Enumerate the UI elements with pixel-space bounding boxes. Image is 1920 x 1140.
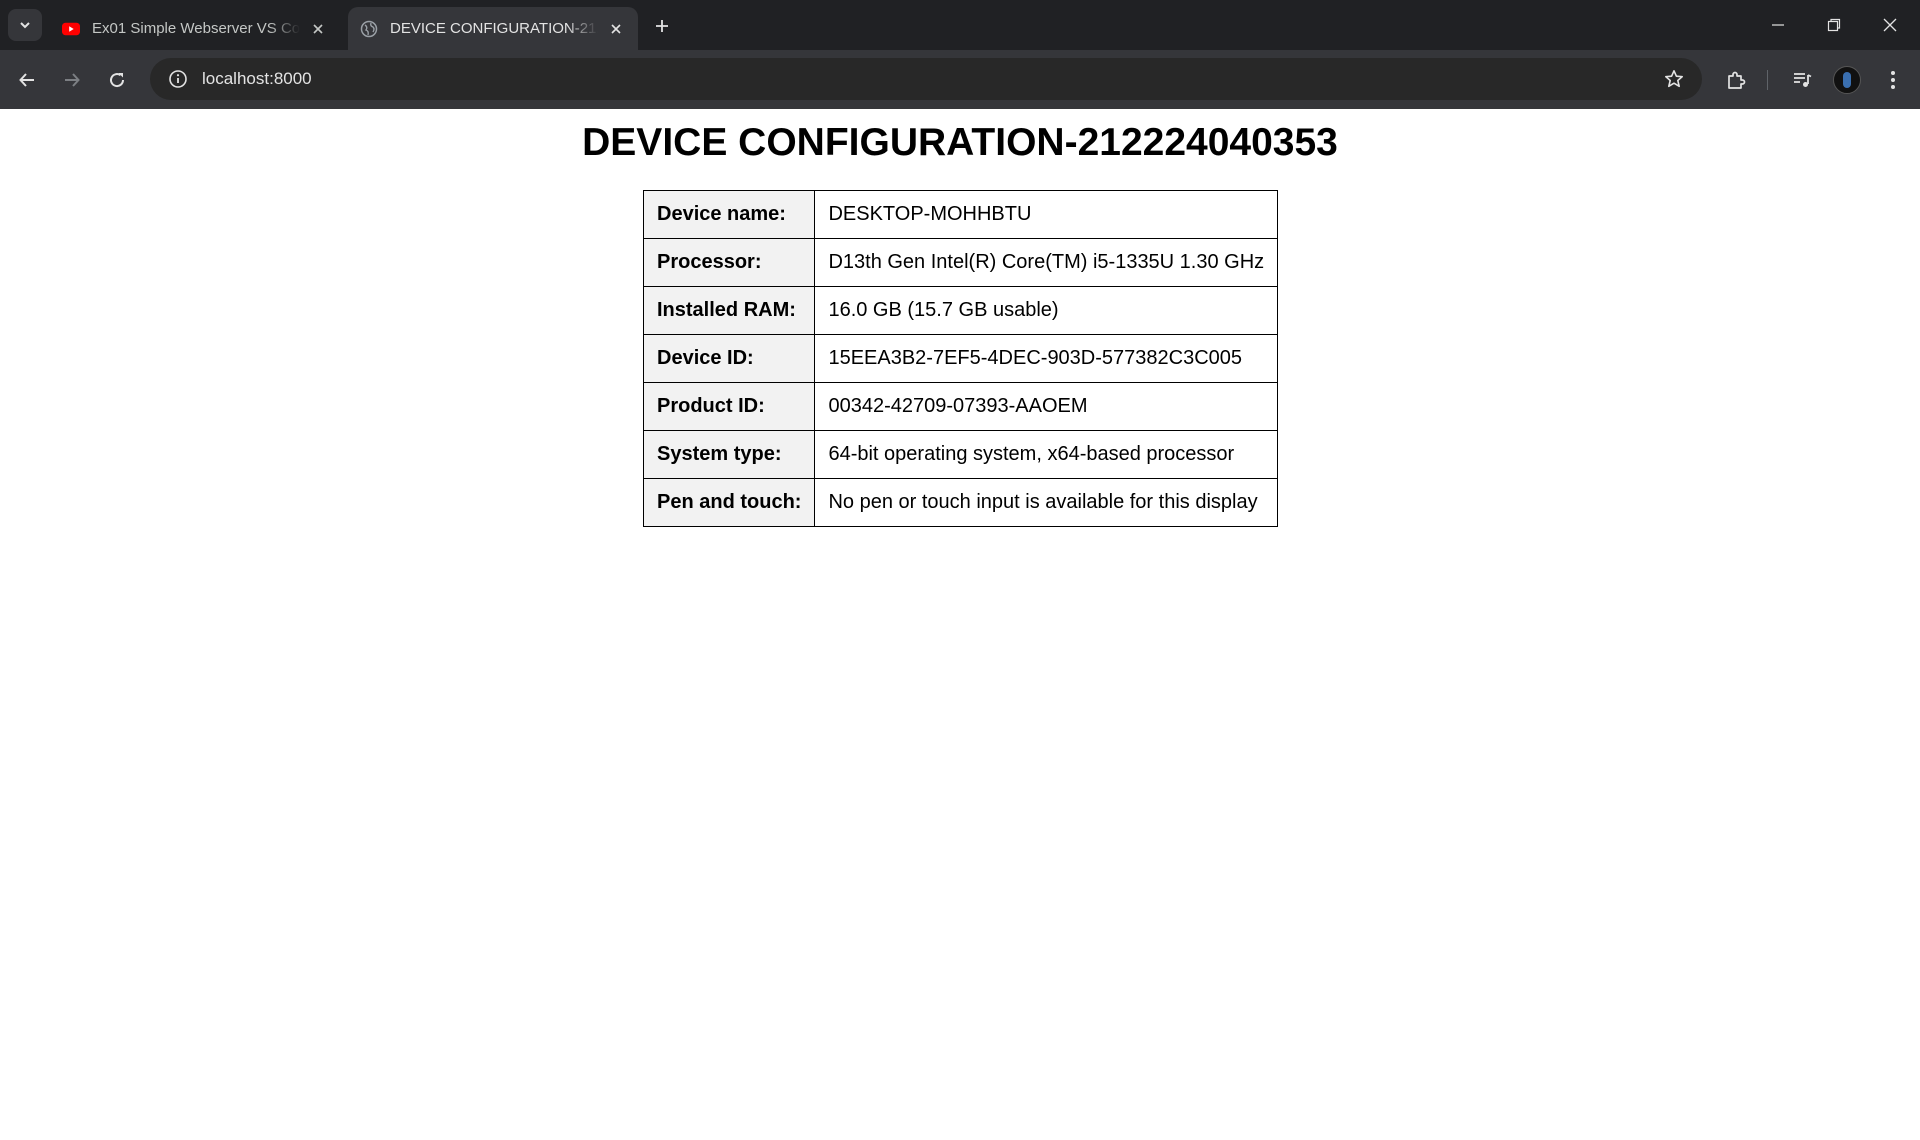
close-icon[interactable] [308, 19, 328, 39]
table-row: Processor: D13th Gen Intel(R) Core(TM) i… [642, 238, 1279, 287]
page-title: DEVICE CONFIGURATION-212224040353 [582, 121, 1338, 164]
row-label: Product ID: [642, 382, 816, 431]
table-row: System type: 64-bit operating system, x6… [642, 430, 1279, 479]
browser-chrome: Ex01 Simple Webserver VS Code DEVICE CON… [0, 0, 1920, 109]
row-label: System type: [642, 430, 816, 479]
tab-search-button[interactable] [8, 9, 42, 41]
minimize-button[interactable] [1750, 0, 1806, 50]
more-vertical-icon [1891, 71, 1895, 89]
row-value: 15EEA3B2-7EF5-4DEC-903D-577382C3C005 [814, 334, 1279, 383]
chevron-down-icon [20, 22, 30, 29]
row-label: Installed RAM: [642, 286, 816, 335]
puzzle-icon [1728, 71, 1746, 89]
address-bar[interactable]: localhost:8000 [150, 58, 1702, 100]
table-row: Pen and touch: No pen or touch input is … [642, 478, 1279, 527]
bookmark-star-icon[interactable] [1654, 69, 1694, 89]
toolbar-divider [1767, 70, 1768, 90]
media-controls-button[interactable] [1786, 64, 1818, 96]
new-tab-button[interactable] [648, 12, 676, 40]
forward-button[interactable] [56, 64, 88, 96]
arrow-right-icon [65, 73, 80, 87]
back-button[interactable] [11, 64, 43, 96]
restore-icon [1827, 18, 1841, 32]
table-row: Device name: DESKTOP-MOHHBTU [642, 190, 1279, 239]
row-label: Device name: [642, 190, 816, 239]
url-text[interactable]: localhost:8000 [202, 69, 1654, 89]
plus-icon [656, 20, 668, 32]
row-value: DESKTOP-MOHHBTU [814, 190, 1279, 239]
row-label: Pen and touch: [642, 478, 816, 527]
row-value: 00342-42709-07393-AAOEM [814, 382, 1279, 431]
close-icon [1883, 18, 1897, 32]
close-window-button[interactable] [1862, 0, 1918, 50]
close-icon[interactable] [606, 19, 626, 39]
reload-button[interactable] [101, 64, 133, 96]
menu-button[interactable] [1877, 64, 1909, 96]
row-label: Processor: [642, 238, 816, 287]
row-value: 16.0 GB (15.7 GB usable) [814, 286, 1279, 335]
site-info-icon[interactable] [156, 69, 200, 89]
tab-title: DEVICE CONFIGURATION-212224040353 [390, 20, 598, 37]
tab-title: Ex01 Simple Webserver VS Code [92, 20, 300, 37]
arrow-left-icon [19, 73, 34, 87]
reload-icon [110, 73, 125, 88]
tab-strip: Ex01 Simple Webserver VS Code DEVICE CON… [0, 0, 1920, 50]
minimize-icon [1772, 24, 1784, 26]
row-value: 64-bit operating system, x64-based proce… [814, 430, 1279, 479]
profile-button[interactable] [1831, 64, 1863, 96]
tab-youtube[interactable]: Ex01 Simple Webserver VS Code [50, 7, 340, 50]
tab-device-configuration[interactable]: DEVICE CONFIGURATION-212224040353 [348, 7, 638, 50]
music-queue-icon [1794, 73, 1812, 87]
browser-toolbar: localhost:8000 [0, 50, 1920, 109]
device-config-table: Device name: DESKTOP-MOHHBTU Processor: … [642, 190, 1279, 527]
avatar [1833, 66, 1861, 94]
globe-icon [360, 20, 378, 38]
extensions-button[interactable] [1720, 64, 1752, 96]
restore-button[interactable] [1806, 0, 1862, 50]
row-label: Device ID: [642, 334, 816, 383]
row-value: No pen or touch input is available for t… [814, 478, 1279, 527]
youtube-icon [62, 20, 80, 38]
table-row: Product ID: 00342-42709-07393-AAOEM [642, 382, 1279, 431]
row-value: D13th Gen Intel(R) Core(TM) i5-1335U 1.3… [814, 238, 1279, 287]
table-row: Device ID: 15EEA3B2-7EF5-4DEC-903D-57738… [642, 334, 1279, 383]
table-row: Installed RAM: 16.0 GB (15.7 GB usable) [642, 286, 1279, 335]
